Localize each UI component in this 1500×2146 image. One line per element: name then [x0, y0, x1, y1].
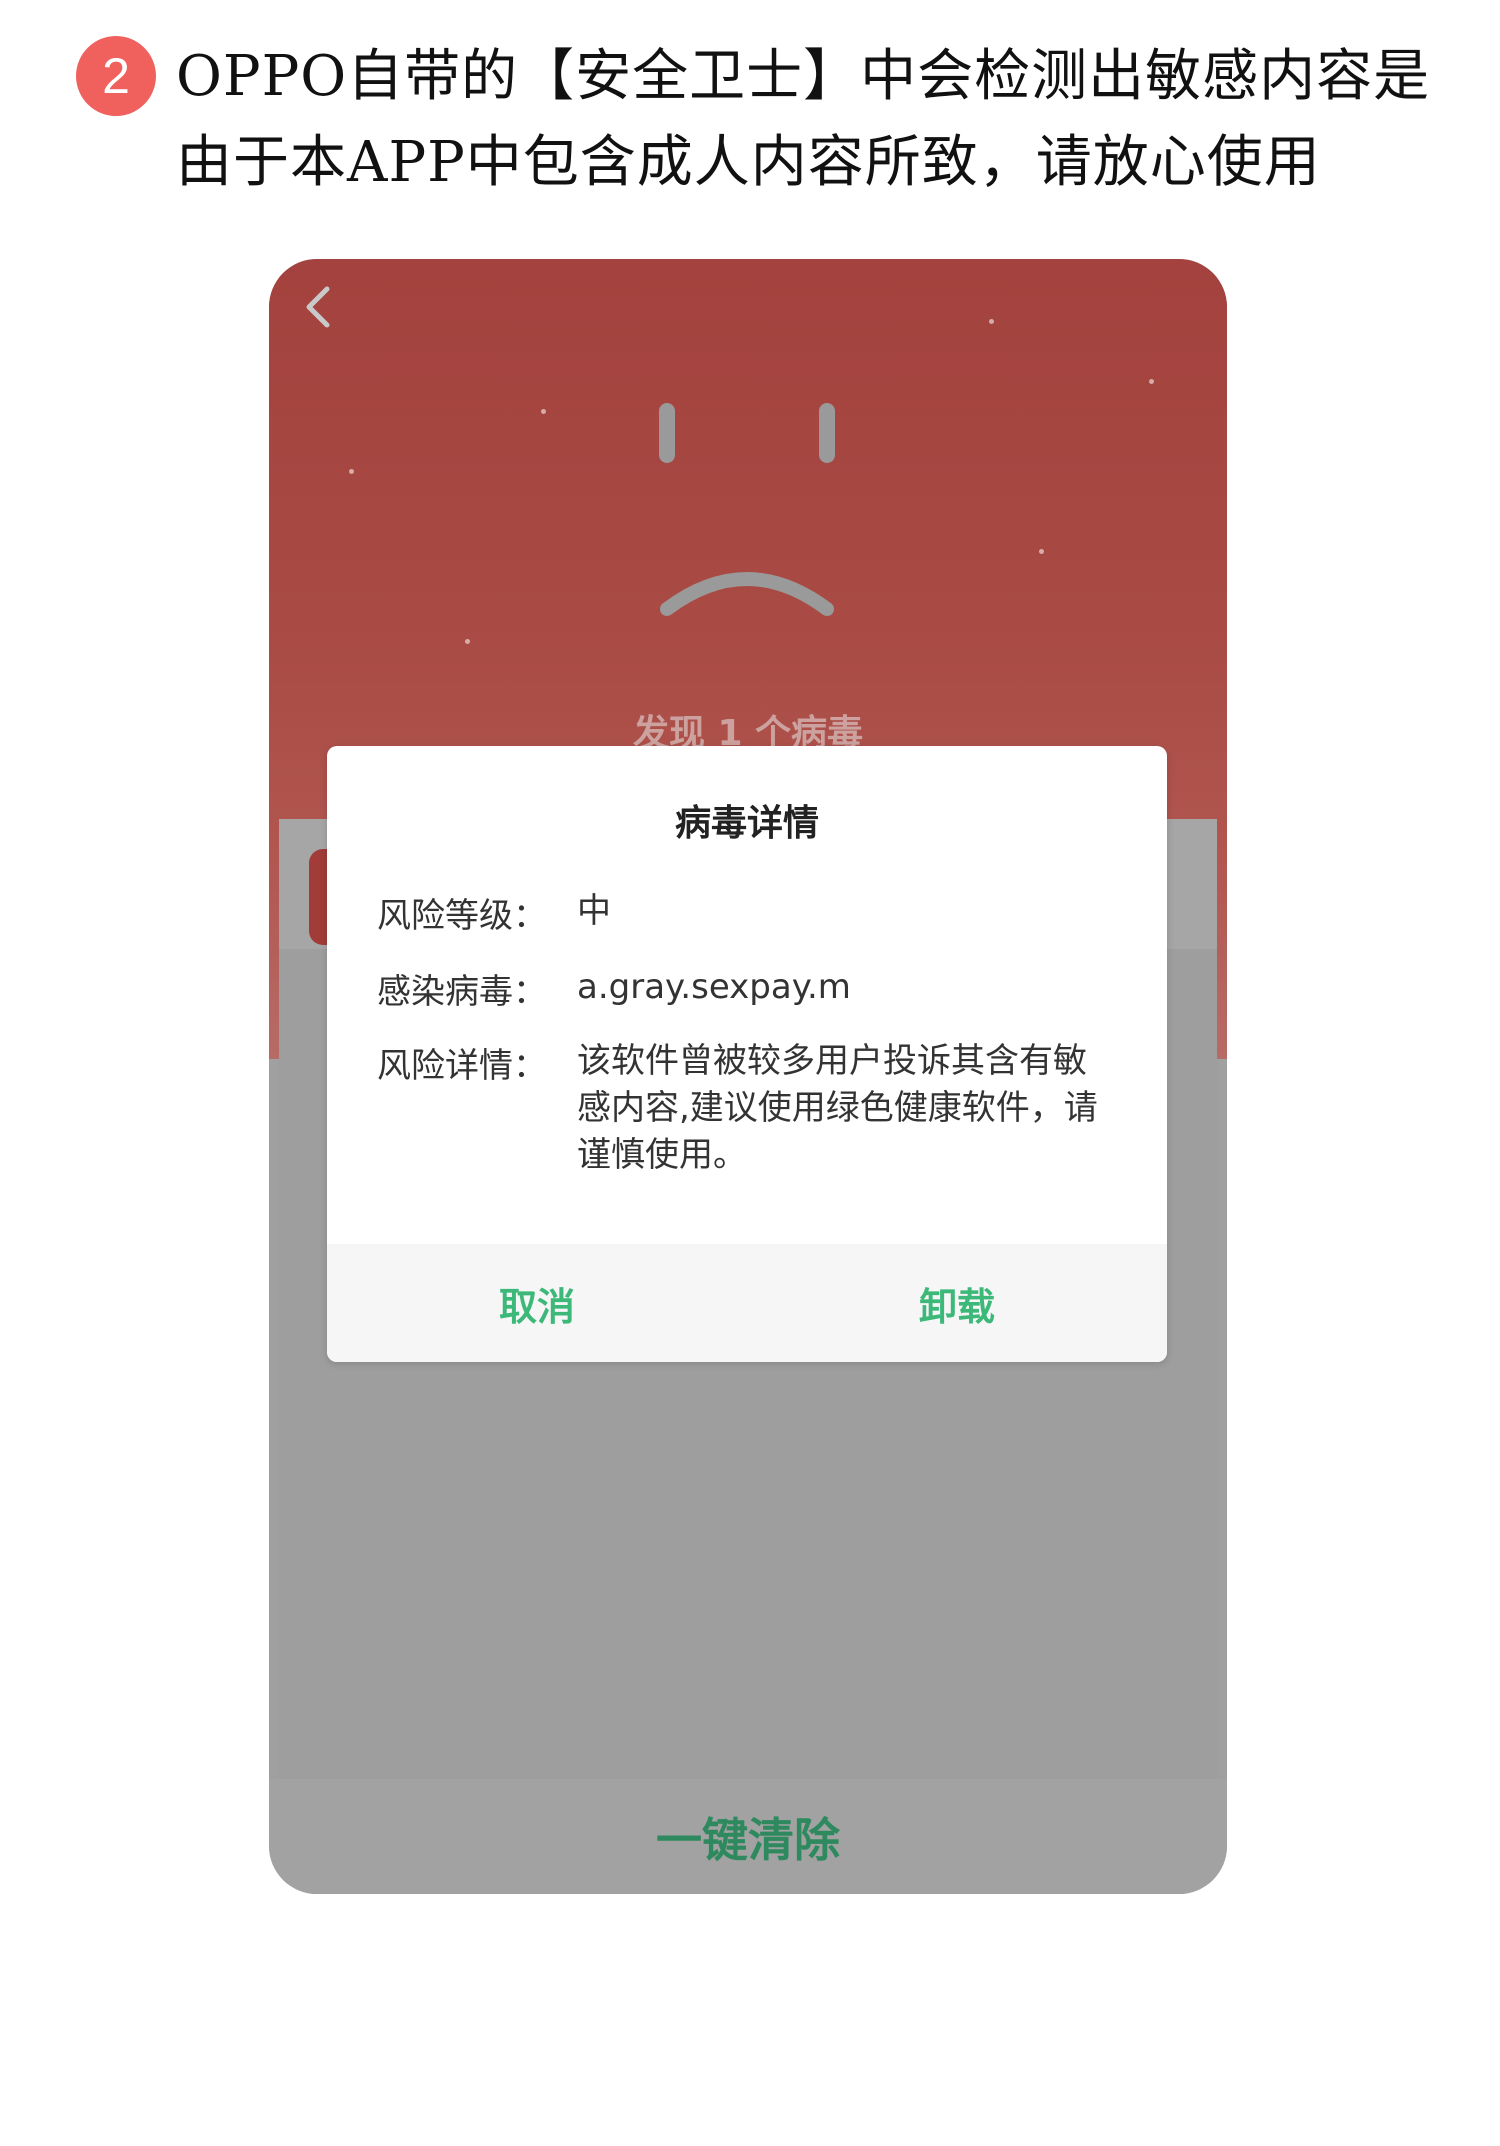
back-arrow-icon[interactable]: [291, 279, 347, 335]
bottom-action-bar: 一键清除: [269, 1779, 1227, 1894]
infected-virus-value: a.gray.sexpay.m: [577, 967, 851, 1007]
risk-level-value: 中: [577, 891, 611, 931]
star-decoration: [1149, 379, 1154, 384]
star-decoration: [541, 409, 546, 414]
star-decoration: [465, 639, 470, 644]
uninstall-button[interactable]: 卸载: [747, 1244, 1167, 1362]
left-eye: [659, 403, 675, 463]
cancel-button[interactable]: 取消: [327, 1244, 747, 1362]
infected-virus-label: 感染病毒：: [377, 972, 547, 1012]
risk-detail-value: 该软件曾被较多用户投诉其含有敏感内容,建议使用绿色健康软件，请谨慎使用。: [577, 1041, 1098, 1175]
instruction-headline: OPPO自带的【安全卫士】中会检测出敏感内容是由于本APP中包含成人内容所致，请…: [176, 44, 1431, 195]
step-number-badge: 2: [76, 36, 156, 116]
dialog-title: 病毒详情: [674, 803, 819, 844]
step-number: 2: [102, 48, 130, 104]
virus-detail-dialog: 病毒详情 风险等级： 中 感染病毒： a.gray.sexpay.m 风险详情：…: [327, 746, 1167, 1362]
star-decoration: [1039, 549, 1044, 554]
risk-level-label: 风险等级：: [377, 896, 547, 936]
phone-screenshot: 发现 1 个病毒 一键清除 病毒详情 风险等级： 中 感染病毒： a.gray.…: [269, 259, 1227, 1894]
frown-mouth: [660, 572, 834, 616]
right-eye: [819, 403, 835, 463]
risk-detail-label: 风险详情：: [377, 1046, 547, 1086]
dialog-action-bar: 取消 卸载: [327, 1244, 1167, 1362]
star-decoration: [989, 319, 994, 324]
star-decoration: [349, 469, 354, 474]
one-click-clean-button[interactable]: 一键清除: [656, 1804, 840, 1870]
